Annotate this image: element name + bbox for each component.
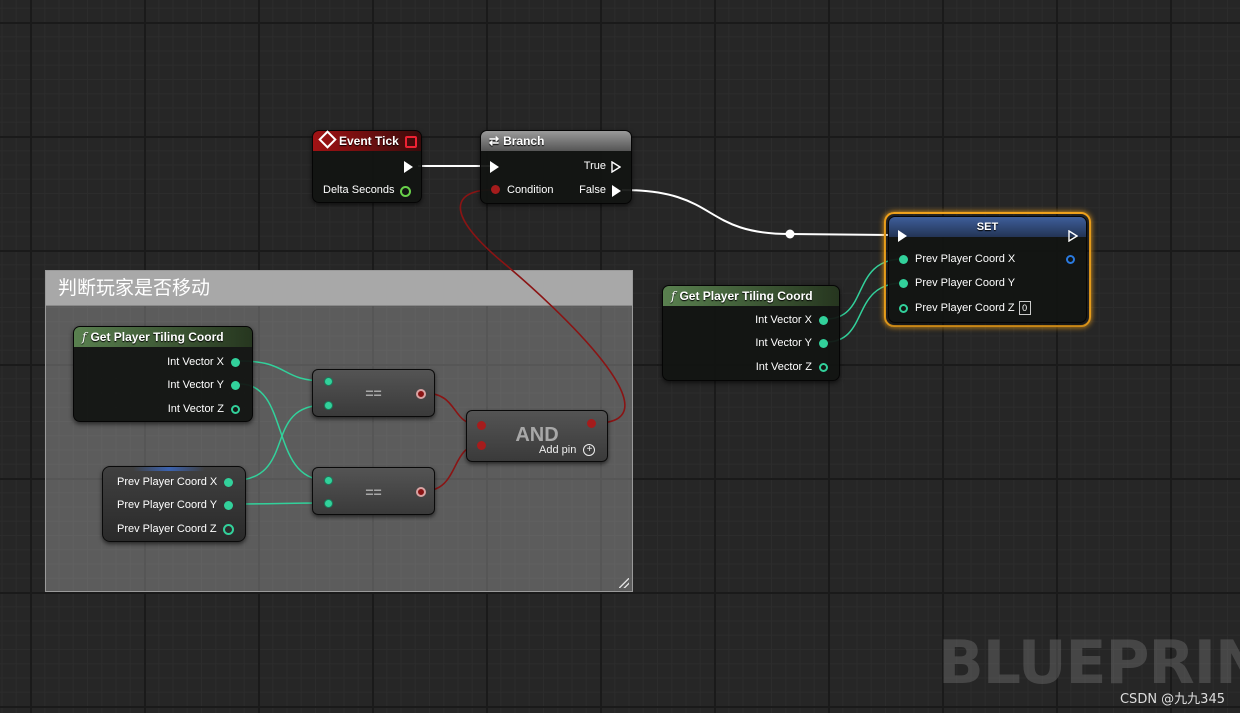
and-add-pin-button[interactable]: Add pin +: [539, 444, 596, 457]
function-icon: f: [82, 330, 87, 344]
branch-false-label: False: [579, 184, 606, 196]
set-y-label: Prev Player Coord Y: [915, 277, 1016, 289]
and-output-pin[interactable]: [587, 419, 596, 428]
delta-seconds-pin[interactable]: [400, 186, 411, 197]
prev-coord-y-label: Prev Player Coord Y: [117, 499, 218, 511]
equal-1-output-pin[interactable]: [416, 389, 426, 399]
exec-wire-false-to-set: [621, 189, 897, 236]
int-vector-x-label: Int Vector X: [167, 356, 224, 368]
delta-seconds-label: Delta Seconds: [323, 184, 395, 196]
add-pin-label: Add pin: [539, 444, 577, 456]
comment-resize-grip[interactable]: [619, 578, 629, 588]
int-vector-y-pin[interactable]: [231, 381, 240, 390]
equal-1-input-b-pin[interactable]: [324, 401, 333, 410]
set-z-row: Prev Player Coord Z0: [915, 301, 1031, 315]
equal-2-output-pin[interactable]: [416, 487, 426, 497]
int-vector-x-pin[interactable]: [231, 358, 240, 367]
function-icon: f: [671, 289, 676, 303]
int-vector-y-label-right: Int Vector Y: [755, 337, 812, 349]
get-tiling-title-right: Get Player Tiling Coord: [679, 289, 813, 303]
branch-header[interactable]: ⇄ Branch: [481, 131, 631, 151]
delegate-pin-icon[interactable]: [405, 136, 417, 148]
prev-coord-z-label: Prev Player Coord Z: [117, 523, 217, 535]
prev-coord-y-pin[interactable]: [224, 501, 233, 510]
prev-coord-z-pin[interactable]: [223, 524, 234, 535]
int-vector-z-label-right: Int Vector Z: [755, 361, 812, 373]
event-tick-exec-out[interactable]: [404, 161, 413, 173]
equal-node-2[interactable]: ==: [312, 467, 435, 515]
branch-condition-label: Condition: [507, 184, 554, 196]
set-exec-in[interactable]: [898, 230, 907, 242]
branch-exec-in[interactable]: [490, 161, 499, 173]
branch-node[interactable]: ⇄ Branch True Condition False: [480, 130, 632, 204]
branch-icon: ⇄: [489, 134, 500, 148]
branch-condition-pin[interactable]: [491, 185, 500, 194]
set-output-pin[interactable]: [1066, 255, 1075, 264]
equal-node-1[interactable]: ==: [312, 369, 435, 417]
get-tiling-coord-node-left[interactable]: f Get Player Tiling Coord Int Vector X In…: [73, 326, 253, 422]
get-tiling-coord-node-right[interactable]: f Get Player Tiling Coord Int Vector X In…: [662, 285, 840, 381]
credit-text: CSDN @九九345: [1119, 692, 1225, 707]
int-vector-z-pin[interactable]: [231, 405, 240, 414]
int-vector-z-label: Int Vector Z: [167, 403, 224, 415]
set-z-pin[interactable]: [899, 304, 908, 313]
set-header[interactable]: SET: [889, 217, 1086, 237]
prev-coord-x-pin[interactable]: [224, 478, 233, 487]
branch-true-exec-out[interactable]: [611, 161, 621, 173]
int-vector-x-label-right: Int Vector X: [755, 314, 812, 326]
int-vector-y-pin-right[interactable]: [819, 339, 828, 348]
branch-title: Branch: [503, 134, 545, 148]
get-tiling-title-left: Get Player Tiling Coord: [90, 330, 224, 344]
set-node[interactable]: SET Prev Player Coord X Prev Player Coor…: [888, 216, 1087, 323]
event-tick-header[interactable]: Event Tick: [313, 130, 421, 151]
prev-coord-x-label: Prev Player Coord X: [117, 476, 218, 488]
equal-2-input-b-pin[interactable]: [324, 499, 333, 508]
event-icon: [318, 130, 337, 149]
event-tick-title: Event Tick: [339, 134, 399, 148]
set-y-pin[interactable]: [899, 279, 908, 288]
set-exec-out[interactable]: [1068, 230, 1078, 242]
comment-title[interactable]: 判断玩家是否移动: [46, 271, 632, 306]
reroute-knot: [785, 229, 795, 239]
set-z-label: Prev Player Coord Z: [915, 301, 1015, 314]
set-z-default-input[interactable]: 0: [1018, 301, 1031, 315]
int-vector-x-pin-right[interactable]: [819, 316, 828, 325]
set-x-label: Prev Player Coord X: [915, 253, 1016, 265]
set-x-pin[interactable]: [899, 255, 908, 264]
and-node[interactable]: AND Add pin +: [466, 410, 608, 462]
add-pin-plus-icon: +: [583, 444, 596, 457]
int-vector-z-pin-right[interactable]: [819, 363, 828, 372]
branch-false-exec-out[interactable]: [612, 185, 621, 197]
get-tiling-header-right[interactable]: f Get Player Tiling Coord: [663, 286, 839, 306]
event-tick-node[interactable]: Event Tick Delta Seconds: [312, 130, 422, 203]
get-tiling-header-left[interactable]: f Get Player Tiling Coord: [74, 327, 252, 347]
int-vector-y-label: Int Vector Y: [167, 379, 224, 391]
branch-true-label: True: [583, 160, 606, 172]
prev-coord-variables-node[interactable]: Prev Player Coord X Prev Player Coord Y …: [102, 466, 246, 542]
